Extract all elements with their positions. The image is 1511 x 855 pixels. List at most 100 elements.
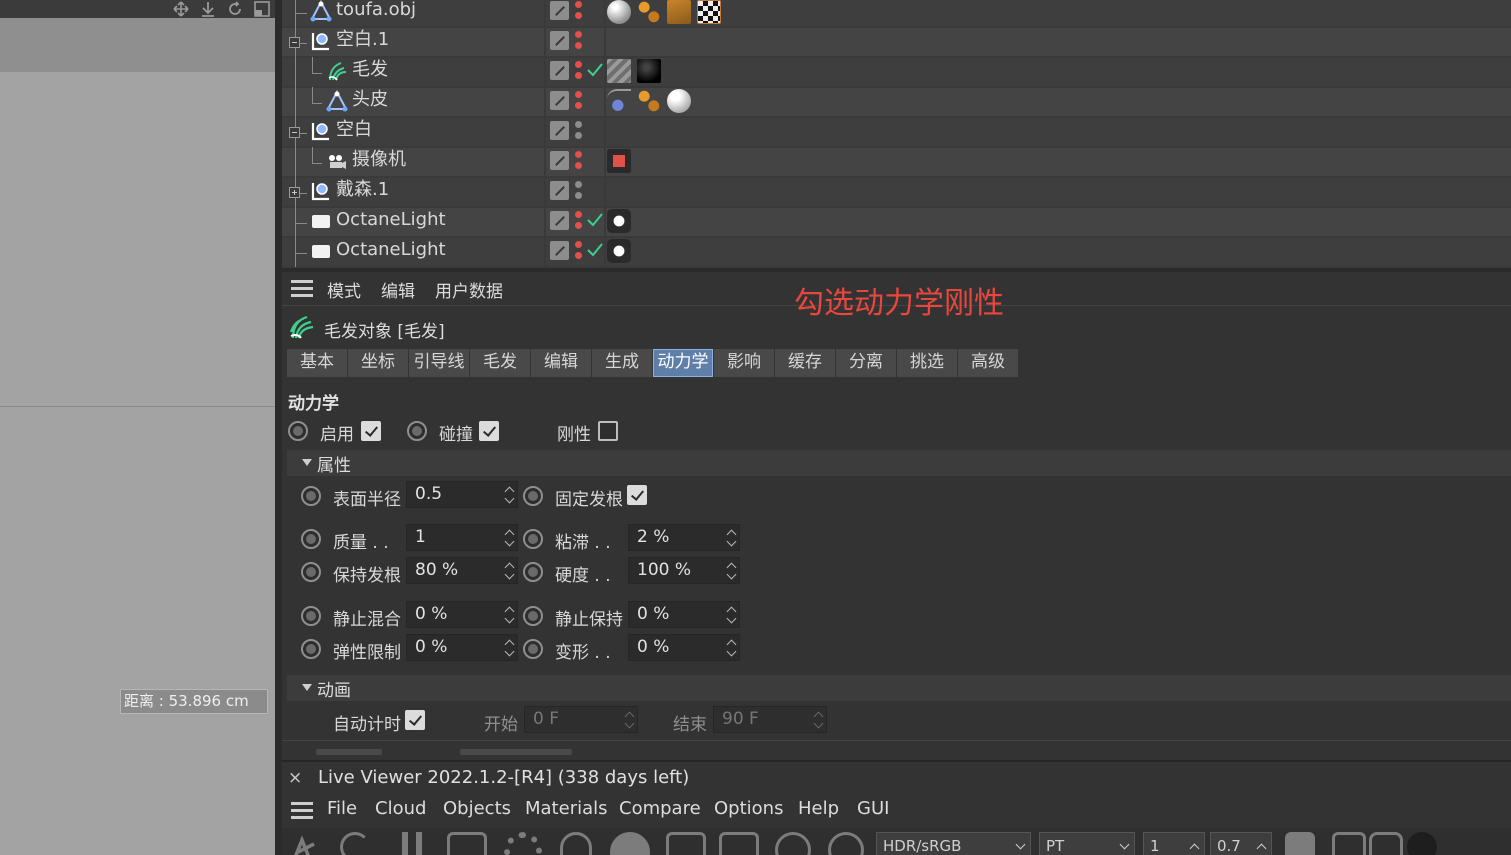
hold-root-field[interactable]: 80 % <box>406 557 518 584</box>
visibility-dots-icon[interactable] <box>575 211 583 231</box>
menu-user-data[interactable]: 用户数据 <box>435 277 503 302</box>
object-row[interactable]: OctaneLight <box>282 237 1511 267</box>
lv-menu-file[interactable]: File <box>327 798 357 819</box>
record-icon[interactable] <box>1407 832 1437 855</box>
lv-menu-options[interactable]: Options <box>714 798 783 819</box>
enable-anim-radio[interactable] <box>288 421 308 441</box>
edit-visibility-icon[interactable] <box>550 91 569 110</box>
rest-mix-radio[interactable] <box>301 606 321 626</box>
edit-visibility-icon[interactable] <box>550 211 569 230</box>
refresh-icon[interactable] <box>340 832 370 855</box>
stepper-icon[interactable] <box>727 605 736 625</box>
stepper-icon[interactable] <box>505 638 514 658</box>
visibility-dots-icon[interactable] <box>575 31 583 51</box>
check-enabled-icon[interactable] <box>586 60 604 80</box>
tree-expander-icon[interactable] <box>289 37 300 48</box>
edit-visibility-icon[interactable] <box>550 181 569 200</box>
rigid-checkbox[interactable] <box>598 421 618 441</box>
tab-7[interactable]: 影响 <box>714 349 774 377</box>
panel-splitter[interactable] <box>275 0 282 855</box>
move-icon[interactable] <box>172 1 190 17</box>
hair-render-tag[interactable] <box>667 0 691 24</box>
rest-mix-field[interactable]: 0 % <box>406 601 518 628</box>
object-name-cell[interactable] <box>282 148 544 176</box>
kernel-dropdown[interactable]: PT <box>1039 832 1135 855</box>
lv-menu-materials[interactable]: Materials <box>525 798 608 819</box>
pause-icon[interactable] <box>402 832 408 855</box>
hold-root-radio[interactable] <box>301 562 321 582</box>
stepper-icon[interactable] <box>625 710 634 730</box>
lv-menu-help[interactable]: Help <box>798 798 839 819</box>
rotate-icon[interactable] <box>226 1 244 17</box>
elastic-limit-radio[interactable] <box>301 639 321 659</box>
surface-radius-radio[interactable] <box>301 486 321 506</box>
stepper-icon[interactable] <box>727 638 736 658</box>
menu-edit[interactable]: 编辑 <box>381 277 415 302</box>
pause-icon[interactable] <box>416 832 422 855</box>
down-arrow-icon[interactable] <box>199 1 217 17</box>
surface-radius-field[interactable]: 0.5 <box>406 481 518 508</box>
tab-0[interactable]: 基本 <box>287 349 347 377</box>
edit-visibility-icon[interactable] <box>550 1 569 20</box>
visibility-dots-icon[interactable] <box>575 151 583 171</box>
object-row[interactable]: OctaneLight <box>282 207 1511 237</box>
object-row[interactable]: 空白.1 <box>282 27 1511 57</box>
octane-camera-tag[interactable] <box>607 149 631 173</box>
object-row[interactable]: 空白 <box>282 117 1511 147</box>
sphere-material-tag[interactable] <box>607 0 631 24</box>
stepper-icon[interactable] <box>505 605 514 625</box>
cube-icon[interactable] <box>1285 832 1315 855</box>
elastic-limit-field[interactable]: 0 % <box>406 634 518 661</box>
mass-field[interactable]: 1 <box>406 524 518 551</box>
tab-6[interactable]: 动力学 <box>653 349 713 377</box>
visibility-dots-icon[interactable] <box>575 1 583 21</box>
stepper-icon[interactable] <box>505 528 514 548</box>
value2-field[interactable]: 0.7 <box>1210 832 1272 855</box>
pick-icon[interactable] <box>719 832 759 855</box>
fix-root-radio[interactable] <box>523 486 543 506</box>
layout-icon[interactable] <box>253 1 271 17</box>
rest-hold-field[interactable]: 0 % <box>628 601 740 628</box>
mass-radio[interactable] <box>301 529 321 549</box>
f-mode-icon[interactable] <box>775 832 811 855</box>
lv-menu-objects[interactable]: Objects <box>443 798 511 819</box>
black-sphere-tag[interactable] <box>637 59 661 83</box>
tab-8[interactable]: 缓存 <box>775 349 835 377</box>
lv-menu-cloud[interactable]: Cloud <box>375 798 426 819</box>
visibility-dots-icon[interactable] <box>575 91 583 111</box>
fix-root-checkbox[interactable] <box>627 485 647 505</box>
deform-radio[interactable] <box>523 639 543 659</box>
dots-tag[interactable] <box>637 0 661 24</box>
tab-5[interactable]: 生成 <box>592 349 652 377</box>
visibility-dots-icon[interactable] <box>575 121 583 141</box>
hatched-tag[interactable] <box>607 59 631 83</box>
stepper-icon[interactable] <box>727 528 736 548</box>
check-enabled-icon[interactable] <box>586 210 604 230</box>
gear-wheel-icon[interactable] <box>290 832 320 855</box>
stepper-icon[interactable] <box>814 710 823 730</box>
3d-viewport[interactable]: 距离 : 53.896 cm <box>0 0 275 855</box>
edit-visibility-icon[interactable] <box>550 61 569 80</box>
color-mode-dropdown[interactable]: HDR/sRGB <box>876 832 1031 855</box>
visibility-dots-icon[interactable] <box>575 181 583 201</box>
white-sphere-tag[interactable] <box>667 89 691 113</box>
object-row[interactable]: toufa.obj <box>282 0 1511 27</box>
edit-visibility-icon[interactable] <box>550 121 569 140</box>
m-mode-icon[interactable] <box>828 832 864 855</box>
object-row[interactable]: 戴森.1 <box>282 177 1511 207</box>
start-field[interactable]: 0 F <box>524 706 638 733</box>
lock-icon[interactable] <box>560 832 592 855</box>
drag-radio[interactable] <box>523 529 543 549</box>
tab-4[interactable]: 编辑 <box>531 349 591 377</box>
light-tag[interactable] <box>607 209 631 233</box>
object-name-cell[interactable] <box>282 88 544 116</box>
object-row[interactable]: 毛发 <box>282 57 1511 87</box>
hamburger-menu-icon[interactable] <box>291 802 313 820</box>
tab-3[interactable]: 毛发 <box>470 349 530 377</box>
tree-expander-icon[interactable] <box>289 187 300 198</box>
stiffness-radio[interactable] <box>523 562 543 582</box>
tab-2[interactable]: 引导线 <box>409 349 469 377</box>
camera-icon[interactable] <box>1369 832 1403 855</box>
lv-menu-gui[interactable]: GUI <box>857 798 889 819</box>
settings-gear-icon[interactable] <box>504 832 542 855</box>
